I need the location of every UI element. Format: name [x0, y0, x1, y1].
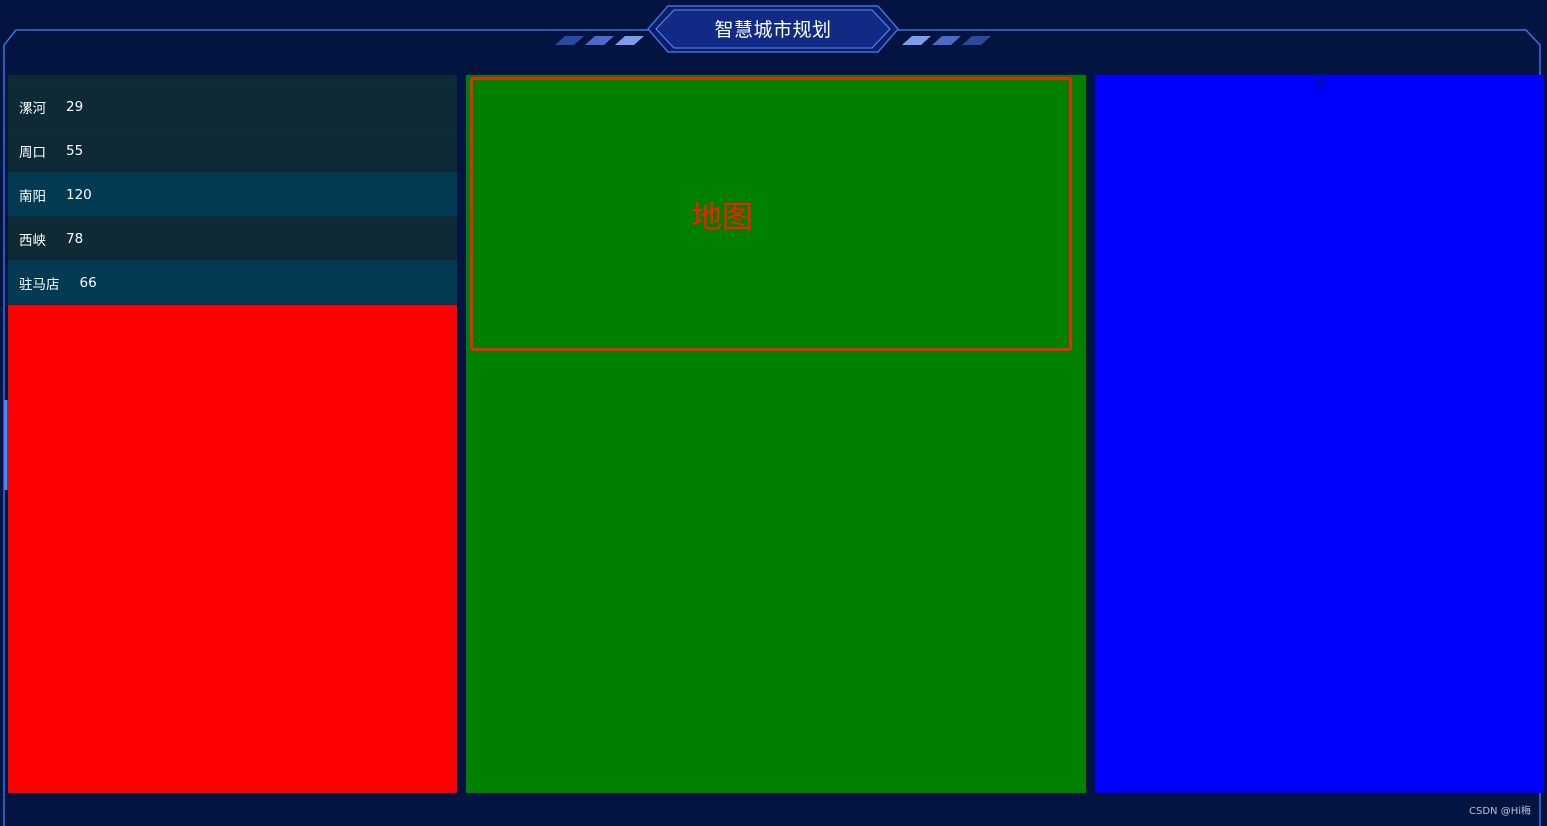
watermark: CSDN @Hi梅: [1469, 806, 1531, 817]
list-item-value: 66: [79, 274, 97, 291]
list-item-value: 120: [66, 186, 92, 203]
list-item: [8, 75, 457, 85]
list-item-value: 55: [66, 142, 84, 159]
list-item: 西峡 78: [8, 217, 457, 261]
list-item: 南阳 120: [8, 173, 457, 217]
list-item-value: 78: [66, 230, 84, 247]
list-item-city: 西峡: [19, 232, 46, 249]
list-item-city: 驻马店: [19, 276, 60, 293]
center-panel: 地图: [466, 75, 1086, 793]
map-container[interactable]: 地图: [470, 77, 1072, 351]
list-item-city: 南阳: [19, 188, 46, 205]
list-item: 驻马店 66: [8, 261, 457, 305]
list-item-city: 漯河: [19, 100, 46, 117]
left-panel: 漯河 29 周口 55 南阳 120 西峡 78 驻马店 66: [8, 75, 457, 793]
dashboard-screen: 智慧城市规划 漯河 29 周口 55 南阳 120 西峡 78 驻马店 66 地…: [0, 0, 1547, 826]
page-title: 智慧城市规划: [714, 18, 832, 41]
list-item: 周口 55: [8, 129, 457, 173]
city-list: 漯河 29 周口 55 南阳 120 西峡 78 驻马店 66: [8, 75, 457, 305]
map-label: 地图: [691, 200, 753, 236]
panel-number: 3: [1315, 75, 1325, 93]
list-item-value: 29: [66, 98, 84, 115]
right-panel: 3: [1095, 75, 1544, 793]
list-item-city: 周口: [19, 144, 46, 161]
list-item: 漯河 29: [8, 85, 457, 129]
